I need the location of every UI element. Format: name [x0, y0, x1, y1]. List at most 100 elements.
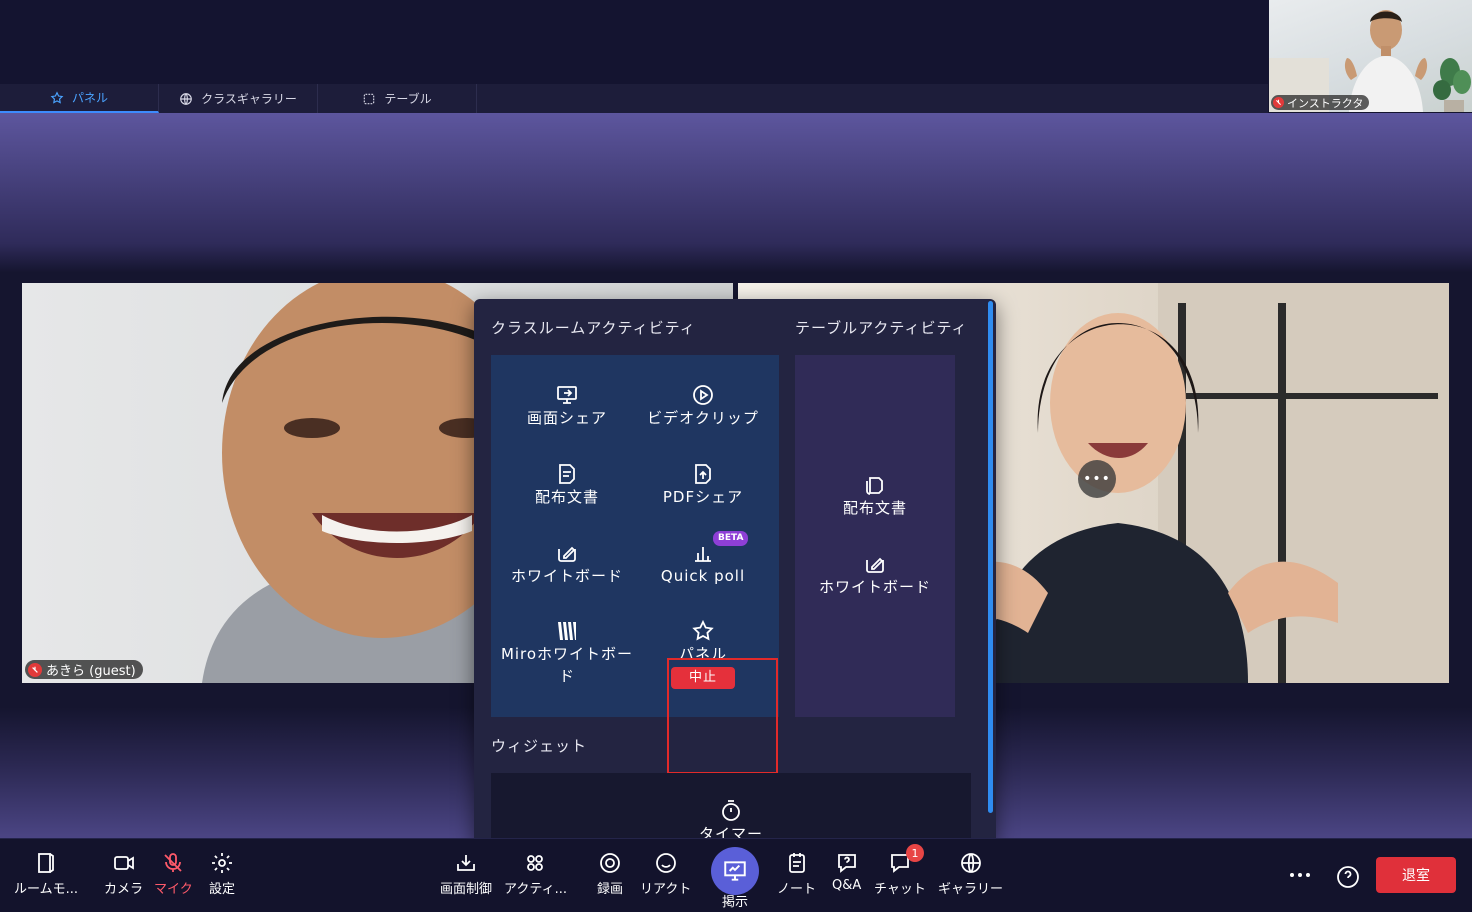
tab-table[interactable]: テーブル [318, 84, 477, 113]
star-icon [50, 90, 64, 104]
globe-grid-icon [960, 853, 981, 873]
activity-label: 配布文書 [534, 488, 599, 506]
mic-button[interactable]: マイク [154, 851, 193, 897]
help-icon [1337, 866, 1359, 888]
bottom-toolbar: ルームモ... カメラ マイク 設定 画面制御 アクティ... 録画 リアクト … [0, 838, 1472, 912]
activities-button[interactable]: アクティ... [504, 851, 567, 897]
table-activities-grid: 配布文書 ホワイトボード [795, 355, 955, 717]
activity-label: ビデオクリップ [647, 409, 759, 427]
pdf-share-icon [695, 464, 711, 484]
widgets-title: ウィジェット [491, 737, 588, 755]
question-bubble-icon [837, 854, 856, 873]
smile-icon [655, 853, 676, 873]
screen-share-icon [557, 386, 577, 404]
screen-control-label: 画面制御 [440, 882, 493, 897]
activities-label: アクティ... [504, 882, 567, 897]
presentation-icon [724, 861, 746, 881]
table-activity-handout[interactable]: 配布文書 [807, 473, 943, 519]
ellipsis-icon [1290, 873, 1310, 877]
notepad-icon [788, 853, 805, 873]
view-tabs: パネル クラスギャラリー テーブル [0, 84, 1268, 113]
react-button[interactable]: リアクト [640, 851, 691, 897]
camera-icon [113, 856, 134, 870]
beta-badge: BETA [713, 531, 749, 546]
activity-label: ホワイトボード [818, 578, 931, 596]
participant-name-badge: あきら (guest) [25, 660, 143, 679]
download-box-icon [457, 855, 475, 871]
room-mode-button[interactable]: ルームモ... [14, 851, 78, 897]
activity-handout[interactable]: 配布文書 [499, 462, 635, 508]
camera-label: カメラ [104, 882, 144, 897]
activity-screen-share[interactable]: 画面シェア [499, 383, 635, 429]
activities-grid-icon [527, 855, 544, 871]
room-mode-label: ルームモ... [14, 882, 79, 897]
leave-button[interactable]: 退室 [1376, 857, 1456, 893]
activity-video-clip[interactable]: ビデオクリップ [635, 383, 771, 429]
star-icon [692, 619, 714, 641]
panel-scrollbar[interactable] [988, 301, 993, 813]
top-bar [0, 0, 1472, 84]
tab-label: パネル [71, 91, 108, 105]
camera-button[interactable]: カメラ [104, 851, 143, 897]
classroom-activities-grid: 画面シェア ビデオクリップ 配布文書 PDFシェア ホワイトボード BETA Q… [491, 355, 779, 774]
settings-button[interactable]: 設定 [209, 851, 235, 897]
present-label: 掲示 [721, 895, 748, 910]
chat-unread-badge: 1 [906, 844, 924, 862]
activities-panel: クラスルームアクティビティ テーブルアクティビティ 画面シェア ビデオクリップ … [474, 299, 996, 844]
activity-miro-whiteboard[interactable]: Miroホワイトボード [499, 619, 635, 687]
screen-control-button[interactable]: 画面制御 [440, 851, 492, 897]
widgets-area: タイマー [491, 773, 971, 844]
record-icon [600, 853, 620, 873]
notes-label: ノート [777, 882, 817, 897]
document-icon [559, 464, 575, 484]
tab-class-gallery[interactable]: クラスギャラリー [159, 84, 318, 113]
activity-quick-poll[interactable]: BETA Quick poll [635, 531, 771, 587]
qa-label: Q&A [832, 878, 862, 893]
qa-button[interactable]: Q&A [832, 851, 861, 893]
notes-button[interactable]: ノート [777, 851, 816, 897]
tab-label: クラスギャラリー [201, 92, 297, 106]
more-options-button[interactable]: ••• [1078, 460, 1116, 498]
classroom-activities-title: クラスルームアクティビティ [491, 319, 696, 337]
activity-label: 画面シェア [526, 409, 607, 427]
instructor-name-badge: インストラクタ [1271, 95, 1370, 110]
whiteboard-icon [866, 557, 884, 573]
activity-label: Miroホワイトボード [500, 645, 634, 685]
activity-whiteboard[interactable]: ホワイトボード [499, 541, 635, 587]
tab-panel[interactable]: パネル [0, 84, 159, 113]
tab-label: テーブル [384, 92, 432, 106]
instructor-name: インストラクタ [1287, 96, 1364, 110]
mic-muted-icon [164, 853, 183, 872]
table-activities-title: テーブルアクティビティ [795, 319, 968, 337]
present-button[interactable] [711, 847, 759, 895]
mic-muted-icon [28, 662, 42, 677]
record-label: 録画 [597, 882, 624, 897]
play-circle-icon [693, 385, 713, 405]
gear-icon [212, 853, 232, 873]
help-button[interactable] [1335, 864, 1361, 890]
activity-pdf-share[interactable]: PDFシェア [635, 462, 771, 508]
gallery-label: ギャラリー [938, 882, 1004, 897]
chat-label: チャット [874, 882, 926, 897]
record-button[interactable]: 録画 [597, 851, 623, 897]
activity-label: Quick poll [660, 567, 746, 585]
table-dashed-icon [364, 93, 375, 104]
react-label: リアクト [640, 882, 692, 897]
bar-chart-icon [695, 547, 711, 562]
activity-label: ホワイトボード [510, 567, 623, 585]
instructor-video[interactable]: インストラクタ [1269, 0, 1472, 112]
table-activity-whiteboard[interactable]: ホワイトボード [807, 552, 943, 598]
activity-label: 配布文書 [842, 499, 907, 517]
timer-icon [722, 800, 740, 821]
settings-label: 設定 [209, 882, 236, 897]
gallery-button[interactable]: ギャラリー [938, 851, 1003, 897]
mic-muted-icon [1273, 97, 1284, 108]
participant-name: あきら (guest) [46, 664, 136, 679]
globe-grid-icon [180, 92, 192, 105]
whiteboard-icon [558, 546, 576, 562]
door-icon [38, 853, 54, 873]
document-stack-icon [866, 477, 883, 495]
plant-image [1433, 58, 1471, 112]
miro-icon [558, 622, 576, 640]
more-button[interactable] [1286, 863, 1314, 887]
